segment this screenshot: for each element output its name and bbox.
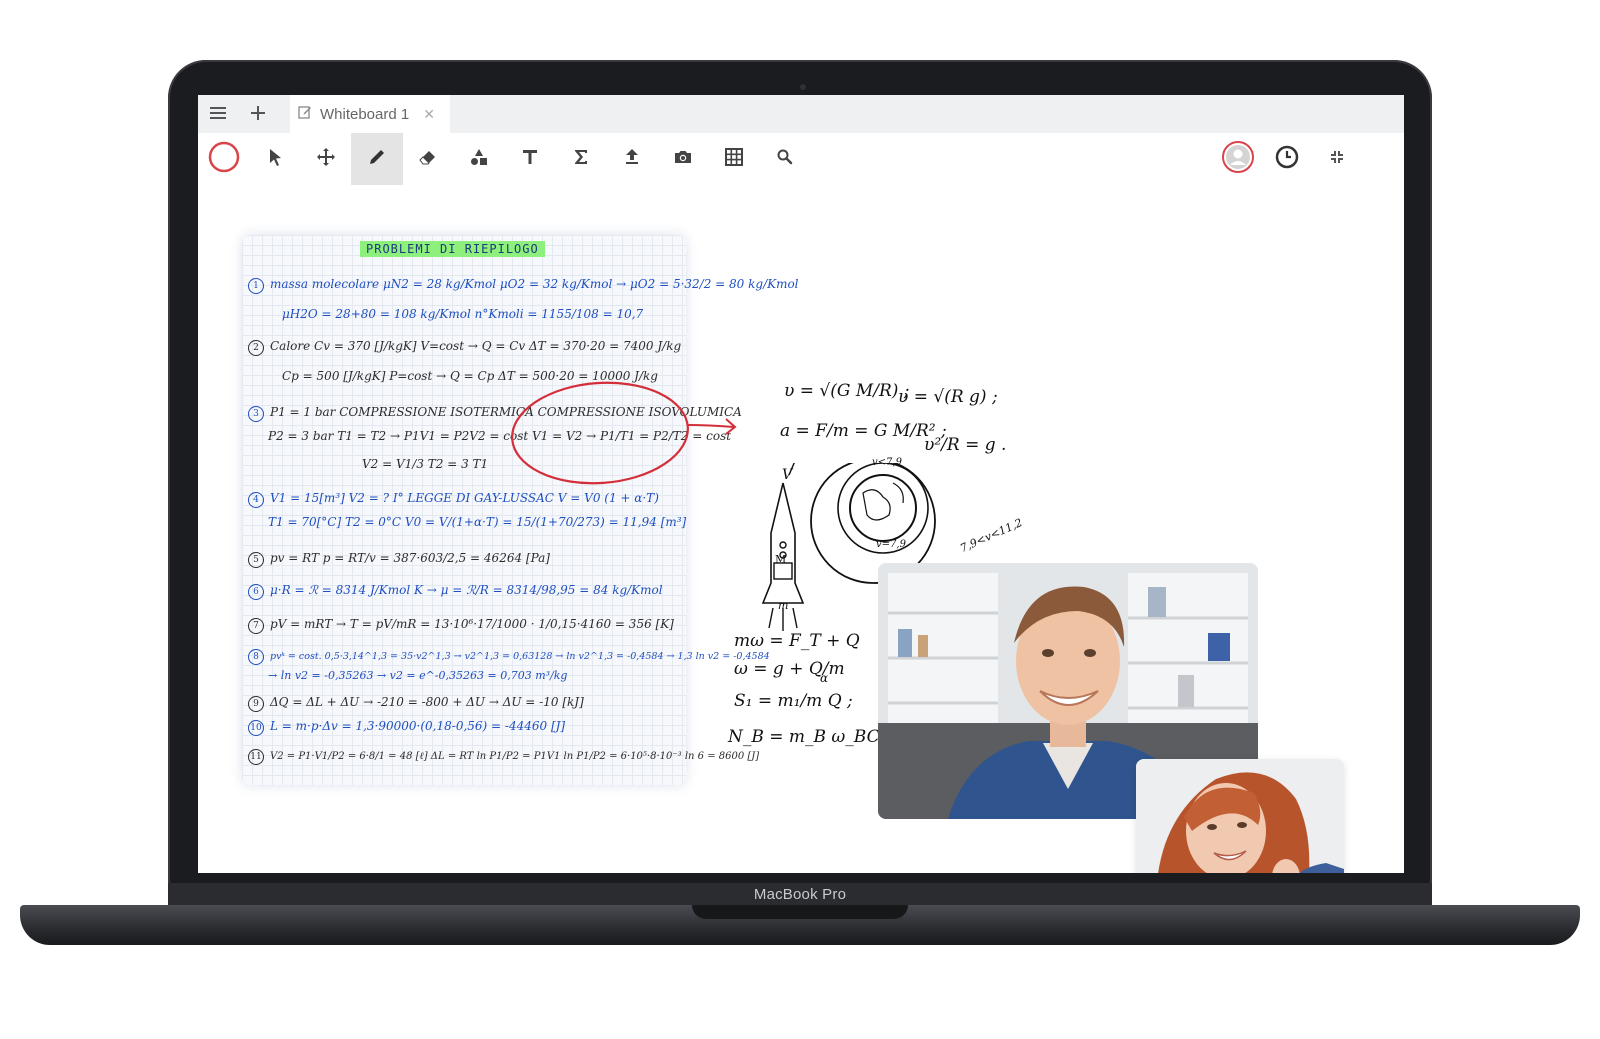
notes-line: 5 pv = RT p = RT/v = 387·603/2,5 = 46264 …: [248, 551, 550, 568]
notes-line: 8 pvᵏ = cost. 0,5·3,14^1,3 = 35·v2^1,3 → …: [248, 649, 770, 665]
notes-line: μH2O = 28+80 = 108 kg/Kmol n°Kmoli = 115…: [282, 307, 644, 321]
notes-line: 2 Calore Cv = 370 [J/kgK] V=cost → Q = Cv…: [248, 339, 681, 356]
notes-title: PROBLEMI DI RIEPILOGO: [360, 241, 545, 257]
move-icon: [316, 147, 336, 172]
text-tool[interactable]: [504, 133, 556, 185]
tab-bar: Whiteboard 1 ✕: [198, 95, 1404, 134]
screen: Whiteboard 1 ✕ PROBLEMI DI RIEPILOGO 1 m…: [198, 95, 1404, 873]
avatar-icon: [1221, 140, 1255, 179]
notes-line: 1 massa molecolare μN2 = 28 kg/Kmol μO2 =…: [248, 277, 799, 294]
plus-icon: [251, 104, 265, 125]
label-small-mass: m: [778, 599, 789, 612]
notes-line: 10 L = m·p·Δv = 1,3·90000·(0,18-0,56) = -…: [248, 719, 565, 736]
eraser-tool[interactable]: [402, 133, 454, 185]
record-button[interactable]: [198, 133, 250, 185]
add-tab-button[interactable]: [238, 95, 278, 133]
formula-s1: S₁ = m₁/m Q ;: [734, 691, 853, 711]
video-participant-self[interactable]: [1136, 759, 1344, 873]
notes-line: → ln v2 = -0,35263 → v2 = e^-0,35263 = 0…: [268, 669, 568, 682]
timer-button[interactable]: [1261, 133, 1313, 185]
notes-line: 6 μ·R = ℛ = 8314 J/Kmol K → μ = ℛ/R = 831…: [248, 583, 663, 600]
eraser-icon: [418, 147, 438, 172]
label-v-less: v<7,9: [872, 457, 902, 468]
whiteboard-canvas[interactable]: PROBLEMI DI RIEPILOGO 1 massa molecolare …: [198, 185, 1404, 873]
toolbar: [198, 133, 1404, 186]
close-tab-icon[interactable]: ✕: [423, 106, 435, 123]
tab-title: Whiteboard 1: [320, 105, 410, 123]
cursor-icon: [265, 147, 285, 172]
table-tool[interactable]: [708, 133, 760, 185]
text-icon: [520, 147, 540, 172]
label-alpha: α: [820, 671, 829, 685]
webcam: [800, 84, 806, 90]
laptop-notch: [692, 905, 908, 919]
sigma-icon: [571, 147, 591, 172]
search-icon: [775, 147, 795, 172]
formula-force: mω = F_T + Q: [734, 631, 860, 651]
upload-icon: [622, 147, 642, 172]
notes-line: 11 V2 = P1·V1/P2 = 6·8/1 = 48 [ℓ] ΔL = RT…: [248, 749, 759, 765]
notes-line: T1 = 70[°C] T2 = 0°C V0 = V/(1+α·T) = 15…: [268, 515, 687, 529]
user-avatar-button[interactable]: [1212, 133, 1264, 185]
tab-whiteboard[interactable]: Whiteboard 1 ✕: [290, 95, 450, 133]
formula-orbit-velocity: υ = √(G M/R) ;: [784, 381, 910, 401]
move-tool[interactable]: [300, 133, 352, 185]
shapes-tool[interactable]: [453, 133, 505, 185]
pen-icon: [367, 147, 387, 172]
pen-tool[interactable]: [351, 133, 403, 185]
camera-tool[interactable]: [657, 133, 709, 185]
notes-line: 7 pV = mRT → T = pV/mR = 13·10⁶·17/1000 ·…: [248, 617, 674, 634]
upload-tool[interactable]: [606, 133, 658, 185]
label-mass: M: [775, 553, 787, 566]
label-velocity: V: [782, 467, 793, 483]
clock-icon: [1275, 145, 1299, 174]
grid-icon: [724, 147, 744, 172]
label-v-equal: v=7,9: [876, 539, 906, 550]
collapse-button[interactable]: [1311, 133, 1363, 185]
record-icon: [207, 140, 241, 179]
formula-centripetal: υ²/R = g .: [924, 435, 1007, 455]
formula-gravity-velocity: υ = √(R g) ;: [898, 387, 998, 407]
formula-acceleration: a = F/m = G M/R² ;: [780, 421, 947, 441]
select-tool[interactable]: [249, 133, 301, 185]
menu-button[interactable]: [198, 95, 238, 133]
notes-line: V2 = V1/3 T2 = 3 T1: [362, 457, 489, 471]
participant-woman: [1136, 759, 1344, 873]
formula-tool[interactable]: [555, 133, 607, 185]
hamburger-icon: [210, 104, 226, 125]
collapse-icon: [1327, 147, 1347, 172]
shapes-icon: [469, 147, 489, 172]
notes-sheet[interactable]: PROBLEMI DI RIEPILOGO 1 massa molecolare …: [242, 235, 799, 785]
notes-line: 9 ΔQ = ΔL + ΔU → -210 = -800 + ΔU → ΔU = …: [248, 695, 584, 712]
camera-icon: [673, 147, 693, 172]
brand-label: MacBook Pro: [753, 886, 847, 903]
annotation-circle: [511, 381, 737, 485]
formula-normal: N_B = m_B ω_BC ;: [728, 727, 891, 747]
edit-icon: [298, 105, 312, 123]
search-tool[interactable]: [759, 133, 811, 185]
